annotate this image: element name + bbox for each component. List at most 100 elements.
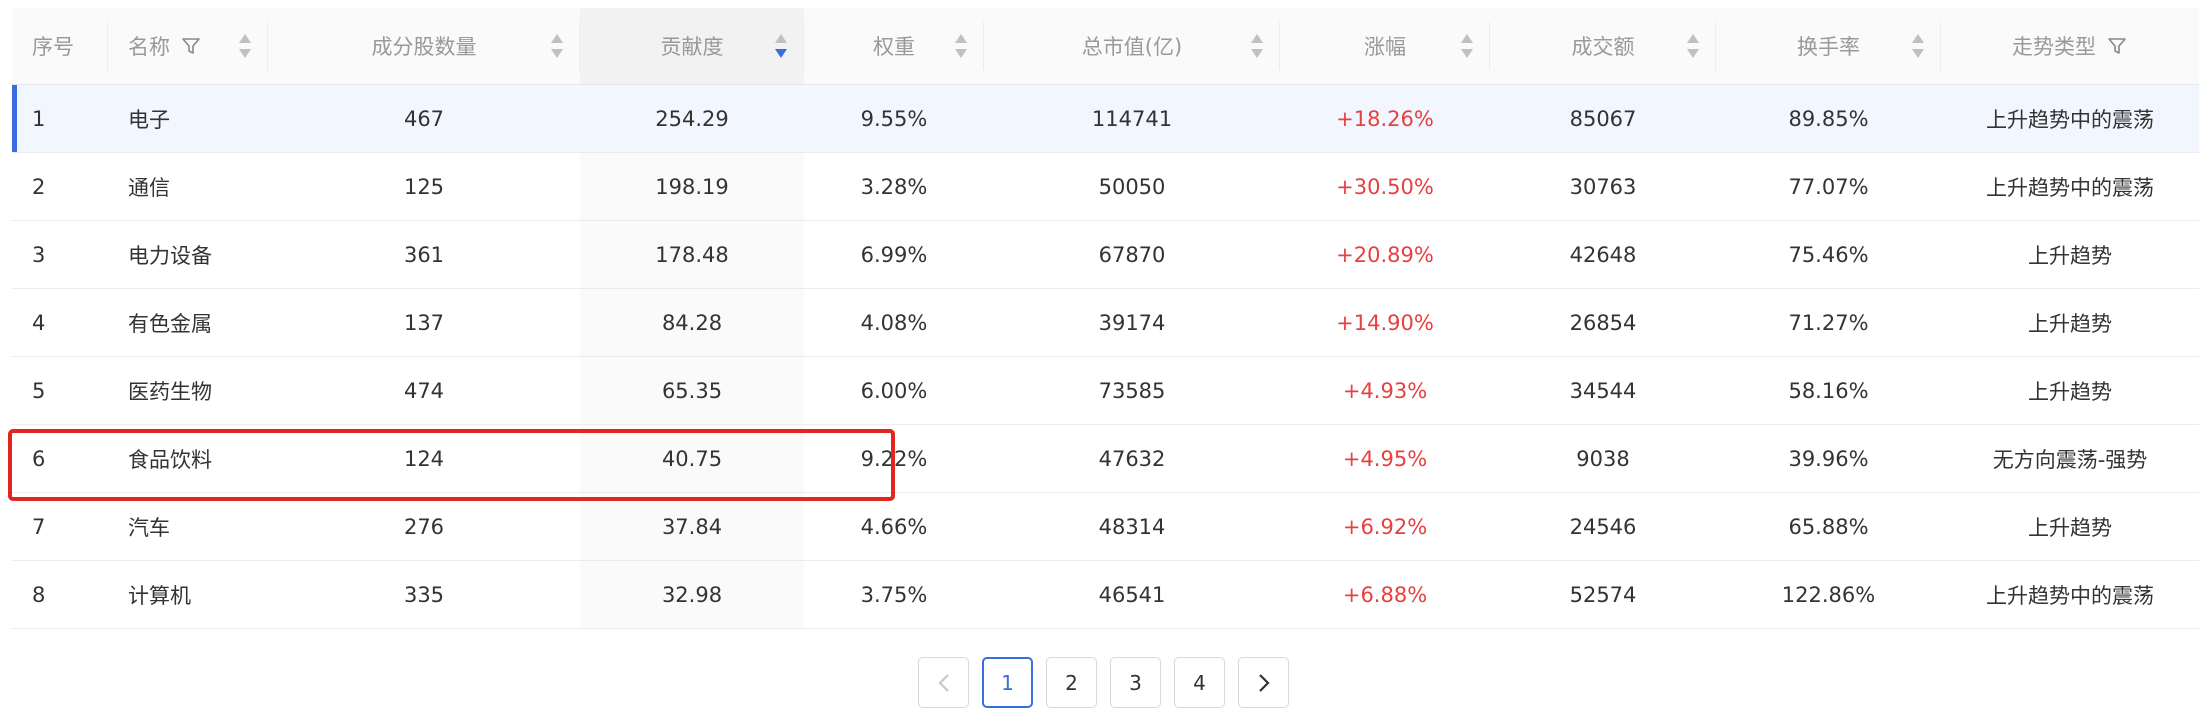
filter-icon[interactable] xyxy=(180,35,202,57)
cell-turnover-rate: 122.86% xyxy=(1716,560,1941,629)
sort-icon[interactable] xyxy=(1911,31,1925,61)
cell-turnover-amount: 9038 xyxy=(1490,424,1716,493)
chevron-right-icon xyxy=(1258,673,1270,692)
cell-index: 6 xyxy=(12,424,108,493)
cell-name: 医药生物 xyxy=(108,356,268,425)
column-header-turnover-rate[interactable]: 换手率 xyxy=(1716,8,1941,85)
cell-change: +14.90% xyxy=(1280,288,1490,357)
sort-icon[interactable] xyxy=(774,31,788,61)
prev-page-button[interactable] xyxy=(918,657,969,708)
table-row[interactable]: 7 汽车 276 37.84 4.66% 48314 +6.92% 24546 65.88% 上升… xyxy=(12,492,2199,561)
cell-change: +6.88% xyxy=(1280,560,1490,629)
column-header-label: 序号 xyxy=(32,35,74,59)
cell-weight: 4.08% xyxy=(804,288,984,357)
column-header-weight[interactable]: 权重 xyxy=(804,8,984,85)
page-button-4[interactable]: 4 xyxy=(1174,657,1225,708)
sort-icon[interactable] xyxy=(550,31,564,61)
table-row[interactable]: 8 计算机 335 32.98 3.75% 46541 +6.88% 52574 122.86%… xyxy=(12,560,2199,629)
cell-market-cap: 50050 xyxy=(984,152,1280,221)
table-row[interactable]: 2 通信 125 198.19 3.28% 50050 +30.50% 30763 77.07%… xyxy=(12,152,2199,221)
column-header-constituent-count[interactable]: 成分股数量 xyxy=(268,8,580,85)
sort-icon[interactable] xyxy=(954,31,968,61)
column-header-label: 涨幅 xyxy=(1364,35,1406,59)
column-header-index: 序号 xyxy=(12,8,108,85)
cell-index: 7 xyxy=(12,492,108,561)
cell-change: +18.26% xyxy=(1280,84,1490,153)
sort-icon[interactable] xyxy=(238,31,252,61)
cell-index: 5 xyxy=(12,356,108,425)
cell-turnover-rate: 39.96% xyxy=(1716,424,1941,493)
cell-name: 计算机 xyxy=(108,560,268,629)
column-header-label: 成分股数量 xyxy=(371,35,477,59)
page-button-1[interactable]: 1 xyxy=(982,657,1033,708)
column-header-change[interactable]: 涨幅 xyxy=(1280,8,1490,85)
cell-trend-type: 无方向震荡-强势 xyxy=(1941,424,2199,493)
cell-trend-type: 上升趋势中的震荡 xyxy=(1941,84,2199,153)
table-row[interactable]: 1 电子 467 254.29 9.55% 114741 +18.26% 85067 89.85… xyxy=(12,84,2199,153)
cell-turnover-amount: 42648 xyxy=(1490,220,1716,289)
column-header-market-cap[interactable]: 总市值(亿) xyxy=(984,8,1280,85)
cell-change: +4.95% xyxy=(1280,424,1490,493)
cell-market-cap: 73585 xyxy=(984,356,1280,425)
cell-turnover-rate: 58.16% xyxy=(1716,356,1941,425)
column-header-turnover-amount[interactable]: 成交额 xyxy=(1490,8,1716,85)
pagination: 1 2 3 4 xyxy=(918,657,1289,708)
cell-contribution: 178.48 xyxy=(580,220,804,289)
cell-contribution: 37.84 xyxy=(580,492,804,561)
cell-turnover-amount: 85067 xyxy=(1490,84,1716,153)
cell-turnover-rate: 77.07% xyxy=(1716,152,1941,221)
cell-name: 食品饮料 xyxy=(108,424,268,493)
next-page-button[interactable] xyxy=(1238,657,1289,708)
cell-weight: 6.00% xyxy=(804,356,984,425)
cell-trend-type: 上升趋势 xyxy=(1941,288,2199,357)
cell-turnover-amount: 30763 xyxy=(1490,152,1716,221)
cell-market-cap: 48314 xyxy=(984,492,1280,561)
cell-constituent-count: 137 xyxy=(268,288,580,357)
cell-contribution: 32.98 xyxy=(580,560,804,629)
column-header-name[interactable]: 名称 xyxy=(108,8,268,85)
table-row[interactable]: 5 医药生物 474 65.35 6.00% 73585 +4.93% 34544 58.16%… xyxy=(12,356,2199,425)
table-row[interactable]: 3 电力设备 361 178.48 6.99% 67870 +20.89% 42648 75.4… xyxy=(12,220,2199,289)
cell-turnover-amount: 24546 xyxy=(1490,492,1716,561)
cell-weight: 9.22% xyxy=(804,424,984,493)
cell-change: +6.92% xyxy=(1280,492,1490,561)
cell-change: +30.50% xyxy=(1280,152,1490,221)
sort-icon[interactable] xyxy=(1460,31,1474,61)
cell-turnover-rate: 65.88% xyxy=(1716,492,1941,561)
cell-constituent-count: 124 xyxy=(268,424,580,493)
cell-constituent-count: 335 xyxy=(268,560,580,629)
table-header-row: 序号 名称 成分股数量 贡献度 权重 总市值(亿) 涨幅 成交额 换手率 走势类型 xyxy=(12,8,2199,85)
cell-weight: 4.66% xyxy=(804,492,984,561)
cell-name: 通信 xyxy=(108,152,268,221)
cell-constituent-count: 467 xyxy=(268,84,580,153)
cell-trend-type: 上升趋势 xyxy=(1941,492,2199,561)
cell-contribution: 254.29 xyxy=(580,84,804,153)
cell-weight: 9.55% xyxy=(804,84,984,153)
cell-market-cap: 46541 xyxy=(984,560,1280,629)
cell-contribution: 65.35 xyxy=(580,356,804,425)
cell-trend-type: 上升趋势 xyxy=(1941,356,2199,425)
cell-contribution: 84.28 xyxy=(580,288,804,357)
filter-icon[interactable] xyxy=(2106,35,2128,57)
sort-icon[interactable] xyxy=(1250,31,1264,61)
cell-name: 电子 xyxy=(108,84,268,153)
cell-trend-type: 上升趋势中的震荡 xyxy=(1941,560,2199,629)
column-header-trend-type[interactable]: 走势类型 xyxy=(1941,8,2199,85)
cell-change: +4.93% xyxy=(1280,356,1490,425)
cell-index: 2 xyxy=(12,152,108,221)
table-row[interactable]: 4 有色金属 137 84.28 4.08% 39174 +14.90% 26854 71.27… xyxy=(12,288,2199,357)
cell-turnover-amount: 52574 xyxy=(1490,560,1716,629)
cell-turnover-rate: 75.46% xyxy=(1716,220,1941,289)
cell-market-cap: 39174 xyxy=(984,288,1280,357)
column-header-label: 总市值(亿) xyxy=(1081,35,1183,59)
sort-icon[interactable] xyxy=(1686,31,1700,61)
cell-market-cap: 114741 xyxy=(984,84,1280,153)
column-header-label: 成交额 xyxy=(1571,35,1635,59)
column-header-contribution[interactable]: 贡献度 xyxy=(580,8,804,85)
cell-constituent-count: 474 xyxy=(268,356,580,425)
page-button-2[interactable]: 2 xyxy=(1046,657,1097,708)
page-button-3[interactable]: 3 xyxy=(1110,657,1161,708)
cell-turnover-rate: 89.85% xyxy=(1716,84,1941,153)
table-row[interactable]: 6 食品饮料 124 40.75 9.22% 47632 +4.95% 9038 39.96% 无… xyxy=(12,424,2199,493)
column-header-label: 名称 xyxy=(128,35,170,59)
